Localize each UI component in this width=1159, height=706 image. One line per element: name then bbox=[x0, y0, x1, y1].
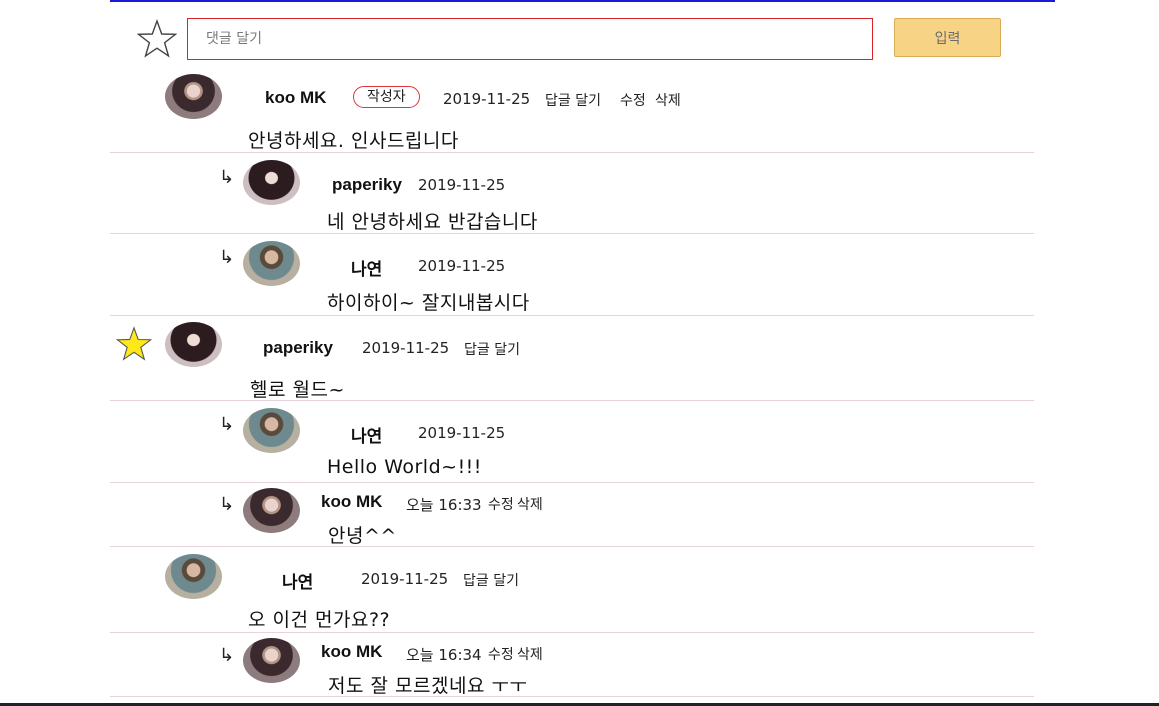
reply-author: paperiky bbox=[332, 175, 402, 194]
divider bbox=[110, 482, 1034, 483]
star-outline-icon[interactable] bbox=[137, 19, 177, 59]
avatar bbox=[165, 74, 222, 119]
avatar bbox=[165, 554, 222, 599]
reply-arrow-icon: ↳ bbox=[219, 645, 235, 666]
edit-button[interactable]: 수정 bbox=[488, 494, 514, 514]
reply-arrow-icon: ↳ bbox=[219, 414, 235, 435]
reply-arrow-icon: ↳ bbox=[219, 247, 235, 268]
divider bbox=[110, 233, 1034, 234]
divider bbox=[110, 315, 1034, 316]
avatar bbox=[243, 160, 300, 205]
edit-button[interactable]: 수정 bbox=[620, 90, 646, 110]
reply-date: 2019-11-25 bbox=[418, 424, 506, 442]
delete-button[interactable]: 삭제 bbox=[655, 90, 681, 110]
reply-body: 안녕^^ bbox=[328, 525, 397, 547]
reply-arrow-icon: ↳ bbox=[219, 167, 235, 188]
divider bbox=[110, 632, 1034, 633]
reply-arrow-icon: ↳ bbox=[219, 494, 235, 515]
reply-author: 나연 bbox=[351, 260, 383, 279]
comment-input[interactable] bbox=[187, 18, 873, 60]
comment-date: 2019-11-25 bbox=[361, 570, 449, 588]
avatar bbox=[243, 638, 300, 683]
comment-author: 나연 bbox=[282, 573, 314, 592]
reply-author: 나연 bbox=[351, 427, 383, 446]
reply-body: 저도 잘 모르겠네요 ㅜㅜ bbox=[328, 675, 528, 697]
reply-button[interactable]: 답글 달기 bbox=[463, 570, 519, 590]
divider bbox=[110, 152, 1034, 153]
reply-button[interactable]: 답글 달기 bbox=[464, 339, 520, 359]
reply-date: 오늘 16:34 bbox=[406, 646, 482, 664]
reply-date: 2019-11-25 bbox=[418, 257, 506, 275]
comment-body: 안녕하세요. 인사드립니다 bbox=[248, 130, 459, 152]
divider bbox=[110, 546, 1034, 547]
submit-button[interactable]: 입력 bbox=[894, 18, 1001, 57]
avatar bbox=[243, 488, 300, 533]
reply-body: 하이하이~ 잘지내봅시다 bbox=[327, 292, 530, 314]
reply-body: 네 안녕하세요 반갑습니다 bbox=[327, 211, 538, 233]
reply-date: 2019-11-25 bbox=[418, 176, 506, 194]
reply-button[interactable]: 답글 달기 bbox=[545, 90, 601, 110]
comment-author: paperiky bbox=[263, 338, 333, 357]
comment-body: 오 이건 먼가요?? bbox=[248, 609, 391, 631]
delete-button[interactable]: 삭제 bbox=[517, 494, 543, 514]
reply-author: koo MK bbox=[321, 642, 383, 661]
top-border bbox=[110, 0, 1055, 2]
reply-date: 오늘 16:33 bbox=[406, 496, 482, 514]
divider bbox=[110, 400, 1034, 401]
comment-date: 2019-11-25 bbox=[362, 339, 450, 357]
edit-button[interactable]: 수정 bbox=[488, 644, 514, 664]
comment-body: 헬로 월드~ bbox=[250, 379, 345, 401]
reply-body: Hello World~!!! bbox=[327, 456, 482, 478]
comment-author: koo MK bbox=[265, 88, 327, 107]
delete-button[interactable]: 삭제 bbox=[517, 644, 543, 664]
comment-date: 2019-11-25 bbox=[443, 90, 531, 108]
reply-author: koo MK bbox=[321, 492, 383, 511]
author-badge: 작성자 bbox=[353, 86, 420, 108]
star-filled-icon[interactable] bbox=[116, 326, 152, 362]
avatar bbox=[243, 408, 300, 453]
avatar bbox=[165, 322, 222, 367]
divider bbox=[110, 696, 1034, 697]
avatar bbox=[243, 241, 300, 286]
